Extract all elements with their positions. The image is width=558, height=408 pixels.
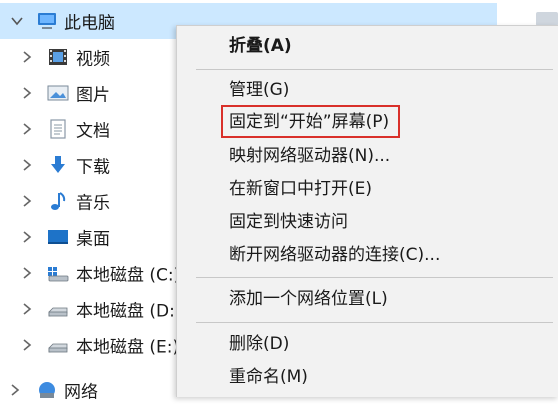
system-drive-icon xyxy=(48,267,69,282)
tree-item-label: 桌面 xyxy=(76,229,110,250)
menu-item-pin-to-start[interactable]: 固定到“开始”屏幕(P) xyxy=(229,108,389,136)
tree-item-label: 图片 xyxy=(76,85,110,106)
tree-item-label: 本地磁盘 (E:) xyxy=(76,337,180,358)
menu-item-add-network-location[interactable]: 添加一个网络位置(L) xyxy=(229,285,388,313)
music-folder-icon xyxy=(51,192,66,210)
tree-item-label: 文档 xyxy=(76,121,110,142)
computer-icon xyxy=(38,13,56,29)
chevron-down-icon[interactable] xyxy=(10,14,24,28)
tree-item-label: 本地磁盘 (C:) xyxy=(76,265,181,286)
drive-icon xyxy=(536,12,558,26)
tree-item-network[interactable]: 网络 xyxy=(0,372,178,408)
tree-item-label: 下载 xyxy=(76,157,110,178)
chevron-right-icon[interactable] xyxy=(20,266,34,280)
chevron-right-icon[interactable] xyxy=(20,302,34,316)
tree-item-drive-d[interactable]: 本地磁盘 (D:) xyxy=(0,291,182,327)
menu-separator xyxy=(196,322,553,323)
chevron-right-icon[interactable] xyxy=(20,194,34,208)
chevron-right-icon[interactable] xyxy=(20,50,34,64)
menu-item-manage[interactable]: 管理(G) xyxy=(229,76,289,104)
desktop-folder-icon xyxy=(48,230,68,244)
context-menu: 折叠(A) 管理(G) 固定到“开始”屏幕(P) 映射网络驱动器(N)... 在… xyxy=(176,25,558,397)
drive-icon xyxy=(48,307,68,317)
tree-item-label: 音乐 xyxy=(76,193,110,214)
pictures-folder-icon xyxy=(47,85,69,101)
menu-separator xyxy=(196,277,553,278)
drive-icon xyxy=(48,343,68,353)
tree-item-label: 本地磁盘 (D:) xyxy=(76,301,182,322)
tree-item-label: 视频 xyxy=(76,49,110,70)
documents-folder-icon xyxy=(50,119,66,139)
video-folder-icon xyxy=(49,49,67,65)
network-icon xyxy=(39,382,55,398)
tree-item-documents[interactable]: 文档 xyxy=(0,111,178,147)
tree-item-videos[interactable]: 视频 xyxy=(0,39,178,75)
tree-item-label: 网络 xyxy=(64,382,98,403)
tree-item-drive-c[interactable]: 本地磁盘 (C:) xyxy=(0,255,181,291)
tree-item-downloads[interactable]: 下载 xyxy=(0,147,178,183)
chevron-right-icon[interactable] xyxy=(20,338,34,352)
menu-item-open-in-new-window[interactable]: 在新窗口中打开(E) xyxy=(229,175,372,203)
menu-separator xyxy=(196,69,553,70)
menu-item-delete[interactable]: 删除(D) xyxy=(229,330,289,358)
chevron-right-icon[interactable] xyxy=(20,158,34,172)
tree-item-label: 此电脑 xyxy=(64,13,115,34)
menu-item-pin-to-quick-access[interactable]: 固定到快速访问 xyxy=(229,208,348,236)
menu-item-rename[interactable]: 重命名(M) xyxy=(229,363,308,391)
menu-item-disconnect-network-drive[interactable]: 断开网络驱动器的连接(C)... xyxy=(229,241,440,269)
chevron-right-icon[interactable] xyxy=(20,230,34,244)
chevron-right-icon[interactable] xyxy=(20,86,34,100)
tree-item-music[interactable]: 音乐 xyxy=(0,183,178,219)
menu-item-collapse[interactable]: 折叠(A) xyxy=(229,32,292,60)
chevron-right-icon[interactable] xyxy=(8,383,22,397)
tree-item-drive-e[interactable]: 本地磁盘 (E:) xyxy=(0,327,180,363)
menu-item-map-network-drive[interactable]: 映射网络驱动器(N)... xyxy=(229,142,390,170)
tree-item-pictures[interactable]: 图片 xyxy=(0,75,178,111)
tree-item-desktop[interactable]: 桌面 xyxy=(0,219,178,255)
downloads-folder-icon xyxy=(51,156,65,173)
chevron-right-icon[interactable] xyxy=(20,122,34,136)
